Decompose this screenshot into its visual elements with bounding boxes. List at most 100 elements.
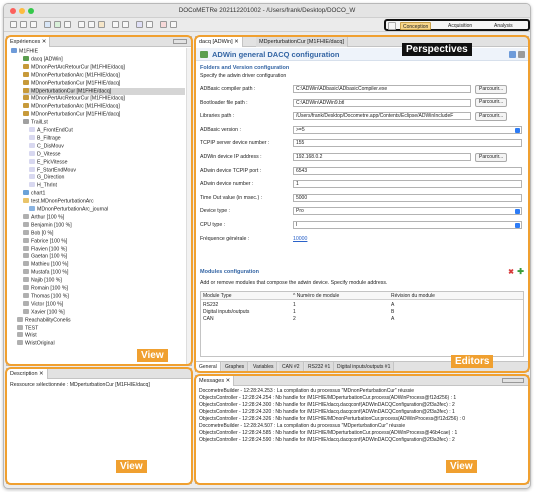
tree-item[interactable]: MDnonPertArcRetourCur [M1FHIE/dacq] (23, 95, 125, 102)
text-field[interactable]: 155 (293, 139, 522, 148)
tree-item[interactable]: B_Filtrage (29, 134, 61, 142)
perspective-conception[interactable]: Conception (400, 22, 432, 30)
tab-description[interactable]: Description ✕ (7, 369, 48, 379)
text-field[interactable]: 5000 (293, 193, 522, 202)
tree-item[interactable]: F_StartEndMouv (29, 166, 76, 174)
table-row[interactable]: Digital inputs/outputs 1 B (201, 309, 523, 316)
tree-item[interactable]: Benjamin [100 %] (23, 221, 72, 229)
editor-bottom-tab[interactable]: Graphes (222, 362, 249, 372)
perspective-acquisition[interactable]: Acquisition (446, 22, 474, 30)
folder-icon[interactable] (98, 21, 105, 28)
tree-item[interactable]: TrailLst (23, 119, 48, 126)
tree-item[interactable]: Flavien [100 %] (23, 245, 67, 253)
save-all-icon[interactable] (30, 21, 37, 28)
browse-button[interactable]: Parcourir... (475, 98, 508, 108)
tree-item[interactable]: Romain [100 %] (23, 285, 68, 292)
dropdown-arrow-icon[interactable] (515, 223, 520, 228)
tree-item[interactable]: MDnonPerturbationArc_journal (29, 206, 108, 213)
info-icon[interactable] (170, 21, 177, 28)
console-actions-icon[interactable] (502, 378, 524, 383)
tree-item[interactable]: Bob [0 %] (23, 229, 54, 237)
tree-item[interactable]: Najib [100 %] (23, 277, 62, 284)
tree-scrollbar[interactable] (186, 48, 191, 365)
paste-icon[interactable] (88, 21, 95, 28)
tree-item[interactable]: H_Thrlnt (29, 182, 57, 189)
col-module-number[interactable]: ^ Numéro de module (293, 293, 339, 299)
select-field[interactable]: I (293, 221, 522, 229)
tree-item[interactable]: MDnonPerturbationArc [M1FHIE/dacq] (23, 103, 120, 110)
tree-item[interactable]: Mustafa [100 %] (23, 269, 69, 276)
tree-item[interactable]: chart1 (23, 190, 45, 197)
tree-item[interactable]: M1FHIE (11, 48, 38, 55)
editor-bottom-tab[interactable]: Variables (250, 362, 278, 372)
tree-item[interactable]: G_Direction (29, 174, 64, 181)
undo-icon[interactable] (112, 21, 119, 28)
tree-item[interactable]: MDnonPerturbationArc [M1FHIE/dacq] (23, 71, 120, 79)
add-module-icon[interactable]: ✚ (517, 267, 524, 276)
tree-item[interactable]: dacq [ADWin] (23, 55, 63, 63)
new-icon[interactable] (10, 21, 17, 28)
tree-item[interactable]: MDperturbationCur [M1FHIE/dacq] (23, 87, 185, 95)
tree-item[interactable]: Wrist (17, 332, 37, 339)
tree-item[interactable]: Thomas [100 %] (23, 292, 69, 300)
table-row[interactable]: CAN 2 A (201, 316, 523, 323)
col-module-revision[interactable]: Révision du module (391, 293, 435, 299)
dropdown-arrow-icon[interactable] (515, 209, 520, 215)
redo-icon[interactable] (122, 21, 129, 28)
tree-item[interactable]: Fabrice [100 %] (23, 237, 67, 245)
tree-item[interactable]: E_PicVitesse (29, 158, 67, 166)
run-process-icon[interactable] (509, 51, 516, 58)
tab-messages[interactable]: Messages ✕ (196, 376, 235, 386)
tree-item[interactable]: D_Vitesse (29, 150, 61, 158)
select-field[interactable]: >=5 (293, 125, 522, 134)
tab-dacq-adwin[interactable]: dacq [ADWin] ✕ (196, 37, 243, 47)
tree-item[interactable]: Arthur [100 %] (23, 213, 64, 221)
stop-icon[interactable] (160, 21, 167, 28)
browse-button[interactable]: Parcourir... (475, 111, 508, 121)
text-field[interactable]: 6543 (293, 166, 522, 175)
browse-button[interactable]: Parcourir... (475, 84, 508, 94)
tree-item[interactable]: A_FrontEndCut (29, 127, 73, 134)
editor-bottom-tab[interactable]: Digital inputs/outputs #1 (334, 362, 395, 372)
perspective-analysis[interactable]: Analysis (492, 22, 515, 30)
open-perspective-icon[interactable] (388, 22, 396, 30)
text-field[interactable]: 192.168.0.2 (293, 153, 471, 161)
tab-mdperturbationcur[interactable]: MDperturbationCur [M1FHIE/dacq] (256, 37, 348, 47)
col-module-type[interactable]: Module Type (203, 293, 232, 299)
text-field[interactable]: 1 (293, 180, 522, 189)
tree-item[interactable]: test.MDnonPerturbationArc (23, 198, 94, 205)
chart-icon[interactable] (136, 21, 143, 28)
table-row[interactable]: RS232 1 A (201, 302, 523, 309)
tree-item[interactable]: MDnonPertArcRetourCur [M1FHIE/dacq] (23, 63, 125, 71)
copy-icon[interactable] (78, 21, 85, 28)
compile-icon[interactable] (54, 21, 61, 28)
tree-item[interactable]: ReachabilityConelis (17, 316, 71, 324)
minimize-maximize-icon[interactable] (173, 39, 187, 44)
tree-item[interactable]: C_DisMouv (29, 142, 64, 150)
remove-module-icon[interactable]: ✖ (508, 268, 514, 276)
frequency-link[interactable]: 10000 (293, 235, 307, 243)
tree-item[interactable]: Xavier [100 %] (23, 308, 65, 316)
settings-icon[interactable] (146, 21, 153, 28)
tree-item[interactable]: TEST (17, 324, 38, 332)
tab-experiences[interactable]: Expériences ✕ (7, 37, 51, 47)
editor-bottom-tab[interactable]: RS232 #1 (305, 362, 335, 372)
text-field[interactable]: C:\ADWin\ADWin9.btl (293, 98, 471, 107)
tree-item[interactable]: Victor [100 %] (23, 300, 63, 308)
browse-button[interactable]: Parcourir... (475, 152, 508, 162)
tree-item[interactable]: MDnonPerturbationCur [M1FHIE/dacq] (23, 111, 120, 118)
tree-item[interactable]: MDnonPerturbationCur [M1FHIE/dacq] (23, 79, 120, 87)
tree-item[interactable]: Mathieu [100 %] (23, 261, 69, 268)
tree-item[interactable]: Gaetan [100 %] (23, 253, 67, 260)
dropdown-arrow-icon[interactable] (515, 127, 520, 133)
editor-bottom-tab[interactable]: General (196, 362, 221, 372)
tree-item[interactable]: WristOriginal (17, 340, 55, 347)
open-icon[interactable] (64, 21, 71, 28)
save-icon[interactable] (20, 21, 27, 28)
menu-icon[interactable] (518, 51, 525, 58)
text-field[interactable]: C:\ADWin\ADbasic\ADbasicCompiler.exe (293, 85, 471, 93)
editor-bottom-tab[interactable]: CAN #2 (279, 362, 304, 372)
select-field[interactable]: Pro (293, 207, 522, 216)
run-icon[interactable] (44, 21, 51, 28)
text-field[interactable]: /Users/frank/Desktop/Docometre.app/Conte… (293, 112, 471, 121)
